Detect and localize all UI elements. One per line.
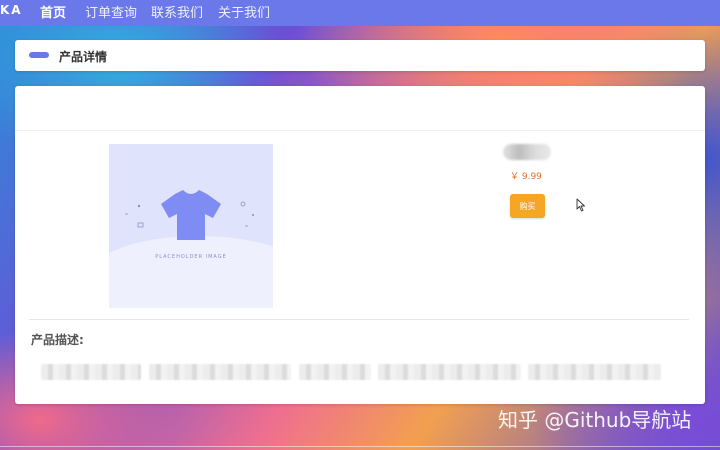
placeholder-image-label: PLACEHOLDER IMAGE — [155, 254, 227, 260]
description-text-redacted — [149, 364, 291, 380]
tshirt-icon — [125, 190, 254, 240]
section-divider — [29, 319, 689, 320]
product-name-redacted — [503, 144, 551, 160]
description-text-redacted — [528, 364, 661, 380]
title-accent-bar — [29, 52, 49, 58]
description-text-redacted — [299, 364, 371, 380]
nav-item-order-query[interactable]: 订单查询 — [85, 2, 137, 21]
nav-item-home[interactable]: 首页 — [40, 2, 66, 21]
mouse-pointer-icon — [576, 198, 585, 212]
description-text-redacted — [378, 364, 521, 380]
nav-item-about-us[interactable]: 关于我们 — [218, 2, 270, 21]
product-price: ￥ 9.99 — [510, 172, 542, 182]
description-text-redacted — [41, 364, 141, 380]
brand-logo[interactable]: KA — [0, 3, 23, 17]
page-header-card: 产品详情 — [15, 40, 705, 71]
watermark-text: 知乎 @Github导航站 — [498, 408, 692, 432]
page-title: 产品详情 — [59, 50, 108, 64]
description-title: 产品描述: — [31, 333, 84, 347]
buy-button[interactable]: 购买 — [510, 194, 545, 218]
nav-item-contact-us[interactable]: 联系我们 — [151, 2, 203, 21]
top-navbar: KA 首页 订单查询 联系我们 关于我们 — [0, 0, 720, 26]
card-divider — [15, 130, 705, 131]
product-detail-card: PLACEHOLDER IMAGE ￥ 9.99 购买 产品描述: — [15, 86, 705, 404]
product-image: PLACEHOLDER IMAGE — [109, 144, 273, 308]
bottom-edge-line — [0, 446, 720, 447]
